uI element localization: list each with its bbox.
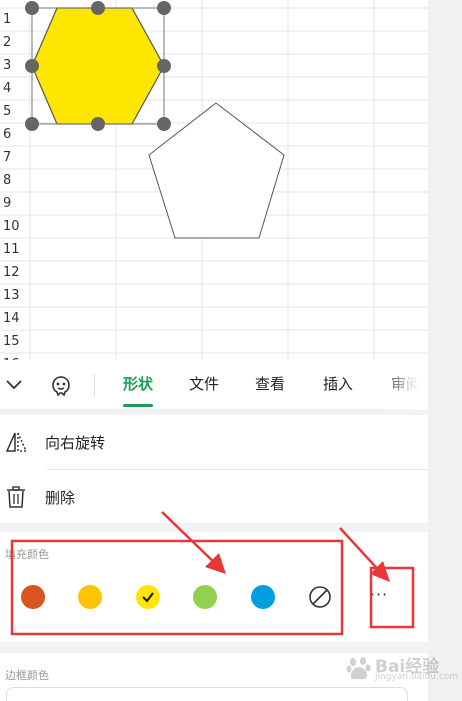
resize-handle[interactable] [25, 1, 39, 15]
ribbon-toolbar: 形状 文件 查看 插入 审阅 [0, 360, 428, 410]
resize-handle[interactable] [25, 59, 39, 73]
tab-shape[interactable]: 形状 [116, 360, 160, 410]
border-color-field[interactable] [6, 687, 408, 701]
resize-handle[interactable] [157, 1, 171, 15]
rotate-right-icon [5, 432, 27, 452]
swatch-blue[interactable] [251, 585, 275, 609]
emoji-face-icon [52, 376, 70, 397]
sticker-button[interactable] [44, 360, 78, 410]
swatch-no-fill[interactable] [308, 585, 332, 609]
resize-handle[interactable] [157, 117, 171, 131]
swatch-orange-red[interactable] [21, 585, 45, 609]
tab-label: 文件 [188, 375, 219, 393]
more-colors-button[interactable]: ··· [364, 582, 394, 612]
border-color-title: 边框颜色 [5, 669, 49, 682]
tab-label: 查看 [254, 375, 285, 393]
resize-handle[interactable] [157, 59, 171, 73]
trash-icon [7, 486, 25, 508]
shape-options-panel: 向右旋转 删除 填充颜色 ··· 边框颜色 [0, 410, 428, 701]
toolbar-divider [94, 374, 95, 396]
app-screen: 1 2 3 4 5 6 7 8 9 10 11 12 13 14 15 16 [0, 0, 462, 701]
hexagon-shape[interactable] [31, 7, 165, 125]
shapes-layer [25, 1, 285, 239]
delete-label: 删除 [45, 488, 76, 507]
tab-insert[interactable]: 插入 [316, 360, 360, 410]
resize-handle[interactable] [91, 117, 105, 131]
resize-handle[interactable] [25, 117, 39, 131]
tab-label: 插入 [322, 375, 353, 393]
tab-file[interactable]: 文件 [182, 360, 226, 410]
fill-color-title: 填充颜色 [5, 548, 49, 561]
no-fill-icon [309, 586, 331, 608]
spreadsheet-canvas[interactable]: 1 2 3 4 5 6 7 8 9 10 11 12 13 14 15 16 [0, 0, 428, 360]
check-icon [142, 592, 154, 603]
chevron-down-icon [6, 380, 22, 390]
swatch-amber[interactable] [78, 585, 102, 609]
tab-overflow-fade [380, 360, 428, 410]
right-edge-strip [428, 0, 462, 701]
rotate-right-row[interactable]: 向右旋转 [0, 415, 428, 469]
fill-color-card: 填充颜色 ··· [0, 532, 428, 642]
collapse-button[interactable] [0, 360, 28, 410]
rotate-right-label: 向右旋转 [45, 433, 106, 452]
shape-actions-card: 向右旋转 删除 [0, 415, 428, 523]
delete-row[interactable]: 删除 [0, 470, 428, 524]
border-color-card: 边框颜色 [0, 653, 428, 701]
tab-label: 形状 [122, 375, 153, 393]
swatch-green[interactable] [193, 585, 217, 609]
resize-handle[interactable] [91, 1, 105, 15]
tab-view[interactable]: 查看 [248, 360, 292, 410]
swatch-yellow[interactable] [136, 585, 160, 609]
active-tab-indicator [123, 404, 153, 407]
